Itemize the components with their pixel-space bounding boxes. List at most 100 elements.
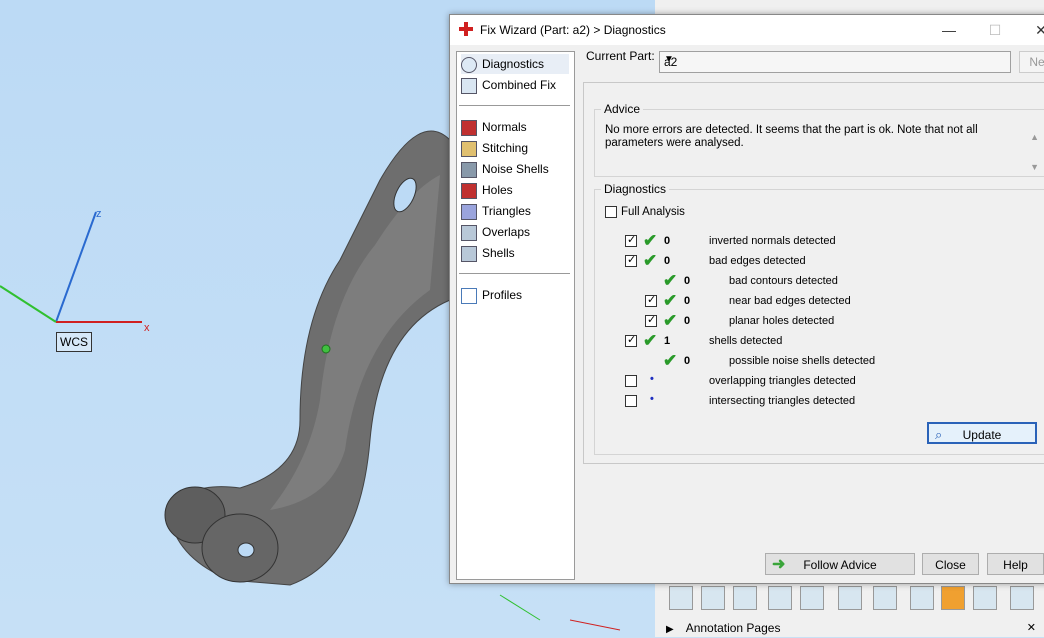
nav-item-profiles[interactable]: Profiles (461, 285, 569, 305)
inverted-normals-label: inverted normals detected (709, 235, 836, 247)
diagnostics-panel: Advice No more errors are detected. It s… (583, 82, 1044, 464)
shells-label: shells detected (709, 335, 783, 347)
dialog-title: Fix Wizard (Part: a2) > Diagnostics (480, 23, 666, 37)
bad-edges-count: 0 (664, 255, 671, 267)
nav-item-shells[interactable]: Shells (461, 243, 569, 263)
toolbar-tag-icon[interactable] (941, 586, 965, 610)
bad-edges-label: bad edges detected (709, 255, 806, 267)
window-close-icon[interactable]: ✕ (1030, 19, 1044, 41)
bad-contours-label: bad contours detected (729, 275, 838, 287)
toolbar-eye-icon[interactable] (701, 586, 725, 610)
magnifier-icon (461, 56, 477, 73)
wcs-label: WCS (56, 332, 92, 352)
check-icon: ✔ (663, 311, 678, 330)
red-cross-icon (459, 22, 473, 36)
nav-item-triangles[interactable]: Triangles (461, 201, 569, 221)
planar-holes-label: planar holes detected (729, 315, 835, 327)
noise-shells-count: 0 (684, 355, 691, 367)
noise-shells-icon (461, 161, 477, 178)
normals-cube-icon (461, 119, 477, 136)
current-part-label: Current Part: (586, 49, 655, 63)
maximize-icon[interactable]: ☐ (984, 19, 1006, 41)
nav-label: Diagnostics (482, 57, 545, 71)
check-icon: ✔ (643, 251, 658, 270)
nav-item-overlaps[interactable]: Overlaps (461, 222, 569, 242)
toolbar-cube-icon-1[interactable] (669, 586, 693, 610)
check-icon: ✔ (643, 331, 658, 350)
follow-advice-button[interactable]: ➜ Follow Advice (765, 553, 915, 575)
nav-item-holes[interactable]: Holes (461, 180, 569, 200)
nav-label: Noise Shells (482, 162, 549, 176)
shells-checkbox[interactable] (625, 333, 637, 347)
toolbar-list-icon[interactable] (1010, 586, 1034, 610)
close-button[interactable]: Close (922, 553, 979, 575)
toolbar-stack-icon[interactable] (973, 586, 997, 610)
overlapping-triangles-label: overlapping triangles detected (709, 375, 856, 387)
stitching-cube-icon (461, 140, 477, 157)
update-label: Update (962, 428, 1002, 442)
annotation-pages-label: Annotation Pages (685, 621, 781, 635)
nav-item-combined-fix[interactable]: Combined Fix (461, 75, 569, 95)
arrow-right-icon: ➜ (772, 556, 786, 573)
shells-count: 1 (664, 335, 671, 347)
bad-edges-checkbox[interactable] (625, 253, 637, 267)
minimize-icon[interactable]: — (938, 19, 960, 41)
nav-label: Stitching (482, 141, 529, 155)
annotation-pages-row[interactable]: ▶ Annotation Pages ✕ (660, 620, 1044, 637)
advice-scrollbar[interactable]: ▲ ▼ (1030, 122, 1039, 182)
near-bad-edges-label: near bad edges detected (729, 295, 851, 307)
nav-label: Profiles (482, 288, 523, 302)
expand-arrow-icon[interactable]: ▶ (666, 621, 674, 638)
magnifier-icon: ⌕ (935, 427, 943, 442)
nav-label: Holes (482, 183, 513, 197)
intersecting-triangles-checkbox[interactable] (625, 395, 637, 407)
toolbar-pin-icon[interactable] (910, 586, 934, 610)
planar-holes-checkbox[interactable] (645, 313, 657, 327)
inverted-normals-checkbox[interactable] (625, 233, 637, 247)
near-bad-edges-checkbox[interactable] (645, 293, 657, 307)
pending-dot-icon: • (650, 393, 654, 405)
update-button[interactable]: ⌕ Update (927, 422, 1037, 444)
help-button[interactable]: Help (987, 553, 1044, 575)
nav-item-normals[interactable]: Normals (461, 117, 569, 137)
current-part-select[interactable]: a2 ▼ (659, 51, 1011, 73)
nav-item-noise-shells[interactable]: Noise Shells (461, 159, 569, 179)
toolbar-cube-icon-2[interactable] (768, 586, 792, 610)
y-axis (0, 285, 57, 323)
nav-label: Shells (482, 246, 515, 260)
follow-advice-label: Follow Advice (803, 558, 877, 572)
z-axis-label: z (96, 208, 102, 220)
z-axis (55, 211, 97, 323)
lower-y-axis (499, 594, 541, 621)
check-icon: ✔ (663, 351, 678, 370)
nav-label: Normals (482, 120, 527, 134)
document-icon (461, 287, 477, 304)
x-axis-label: x (144, 322, 150, 334)
toolbar-check-icon[interactable] (733, 586, 757, 610)
noise-shells-label: possible noise shells detected (729, 355, 876, 367)
shells-cube-icon (461, 245, 477, 262)
full-analysis-checkbox[interactable] (605, 206, 617, 218)
nav-item-stitching[interactable]: Stitching (461, 138, 569, 158)
next-button[interactable]: Nex (1019, 51, 1044, 73)
close-icon[interactable]: ✕ (1027, 620, 1036, 637)
part-hole-bottom (237, 542, 255, 558)
fix-wizard-dialog: Fix Wizard (Part: a2) > Diagnostics — ☐ … (449, 14, 1044, 584)
pending-dot-icon: • (650, 373, 654, 385)
advice-group: Advice No more errors are detected. It s… (594, 102, 1044, 177)
nav-item-diagnostics[interactable]: Diagnostics (461, 54, 569, 74)
pivot-point[interactable] (321, 344, 331, 354)
toolbar-cube-icon-3[interactable] (800, 586, 824, 610)
toolbar-colored-cube-icon[interactable] (873, 586, 897, 610)
toolbar-delete-cube-icon[interactable] (838, 586, 862, 610)
overlaps-cube-icon (461, 224, 477, 241)
check-icon: ✔ (663, 271, 678, 290)
near-bad-edges-count: 0 (684, 295, 691, 307)
diagnostics-group: Diagnostics Full Analysis ✔ 0 inverted n… (594, 182, 1044, 455)
inverted-normals-count: 0 (664, 235, 671, 247)
triangles-cube-icon (461, 203, 477, 220)
dialog-titlebar[interactable]: Fix Wizard (Part: a2) > Diagnostics — ☐ … (450, 15, 1044, 45)
overlapping-triangles-checkbox[interactable] (625, 375, 637, 387)
nav-divider (459, 105, 570, 106)
nav-label: Triangles (482, 204, 531, 218)
